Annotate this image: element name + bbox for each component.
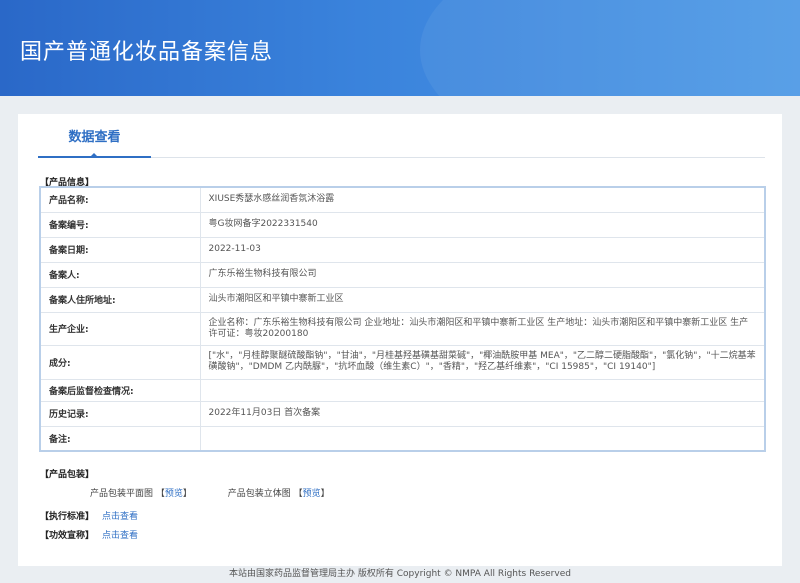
- info-row-value: ["水"，"月桂醇聚醚硫酸酯钠"，"甘油"，"月桂基羟基磺基甜菜碱"，"椰油酰胺…: [199, 344, 766, 380]
- packaging-images-row: 产品包装平面图 【预览】 产品包装立体图 【预览】: [90, 486, 330, 499]
- info-row-label: 产品名称:: [39, 186, 201, 213]
- info-row-label: 成分:: [39, 344, 201, 380]
- page-title: 国产普通化妆品备案信息: [20, 40, 274, 65]
- info-row-label: 备案人住所地址:: [39, 286, 201, 313]
- info-row: 备案人: 广东乐裕生物科技有限公司: [39, 261, 766, 288]
- info-row: 备案人住所地址: 汕头市潮阳区和平镇中寨新工业区: [39, 286, 766, 313]
- standard-label: 【执行标准】: [40, 512, 95, 522]
- packaging-solid-preview-link[interactable]: 预览: [303, 489, 321, 499]
- efficacy-view-link[interactable]: 点击查看: [102, 531, 138, 541]
- info-row: 备案日期: 2022-11-03: [39, 236, 766, 263]
- info-row: 产品名称: XIUSE秀瑟水感丝润香氛沐浴露: [39, 186, 766, 213]
- info-row-value: XIUSE秀瑟水感丝润香氛沐浴露: [199, 186, 766, 213]
- info-row-value: 2022年11月03日 首次备案: [199, 400, 766, 427]
- info-row: 备注:: [39, 425, 766, 452]
- info-row-label: 备案后监督检查情况:: [39, 378, 201, 402]
- packaging-section-title: 【产品包装】: [40, 470, 95, 480]
- packaging-solid-label: 产品包装立体图: [227, 489, 291, 499]
- efficacy-label: 【功效宣称】: [40, 531, 95, 541]
- bracket-open: 【: [155, 489, 165, 499]
- info-row-label: 备注:: [39, 425, 201, 452]
- bracket-close: 】: [320, 489, 330, 499]
- standard-row: 【执行标准】 点击查看: [40, 509, 138, 522]
- standard-view-link[interactable]: 点击查看: [102, 512, 138, 522]
- info-row-label: 历史记录:: [39, 400, 201, 427]
- packaging-flat-preview-link[interactable]: 预览: [165, 489, 183, 499]
- info-row-value: 粤G妆网备字2022331540: [199, 211, 766, 238]
- info-row-value: 汕头市潮阳区和平镇中寨新工业区: [199, 286, 766, 313]
- content-card: 数据查看 【产品信息】 产品名称: XIUSE秀瑟水感丝润香氛沐浴露 备案编号: 粤G…: [18, 114, 782, 566]
- info-row-value: 企业名称：广东乐裕生物科技有限公司 企业地址：汕头市潮阳区和平镇中寨新工业区 生…: [199, 311, 766, 346]
- packaging-flat-label: 产品包装平面图: [90, 489, 154, 499]
- page-footer: 本站由国家药品监督管理局主办 版权所有 Copyright © NMPA All…: [229, 569, 571, 579]
- info-row-label: 生产企业:: [39, 311, 201, 346]
- info-row: 历史记录: 2022年11月03日 首次备案: [39, 400, 766, 427]
- bracket-open: 【: [293, 489, 303, 499]
- efficacy-row: 【功效宣称】 点击查看: [40, 528, 138, 541]
- info-row-label: 备案人:: [39, 261, 201, 288]
- bracket-close: 】: [182, 489, 192, 499]
- info-row: 备案编号: 粤G妆网备字2022331540: [39, 211, 766, 238]
- info-row: 生产企业: 企业名称：广东乐裕生物科技有限公司 企业地址：汕头市潮阳区和平镇中寨新…: [39, 311, 766, 346]
- info-row-value: 2022-11-03: [199, 236, 766, 263]
- tab-bar: 数据查看: [38, 114, 765, 158]
- info-row-value: 广东乐裕生物科技有限公司: [199, 261, 766, 288]
- info-row: 成分: ["水"，"月桂醇聚醚硫酸酯钠"，"甘油"，"月桂基羟基磺基甜菜碱"，"椰…: [39, 344, 766, 380]
- info-row-value: [199, 425, 766, 452]
- page-header: 国产普通化妆品备案信息: [0, 0, 800, 96]
- info-row-label: 备案日期:: [39, 236, 201, 263]
- tab-active-caret-icon: [89, 153, 99, 158]
- tab-data-view[interactable]: 数据查看: [38, 114, 151, 158]
- product-info-table: 产品名称: XIUSE秀瑟水感丝润香氛沐浴露 备案编号: 粤G妆网备字20223315…: [39, 186, 766, 452]
- info-row-value: [199, 378, 766, 402]
- info-row: 备案后监督检查情况:: [39, 378, 766, 402]
- info-row-label: 备案编号:: [39, 211, 201, 238]
